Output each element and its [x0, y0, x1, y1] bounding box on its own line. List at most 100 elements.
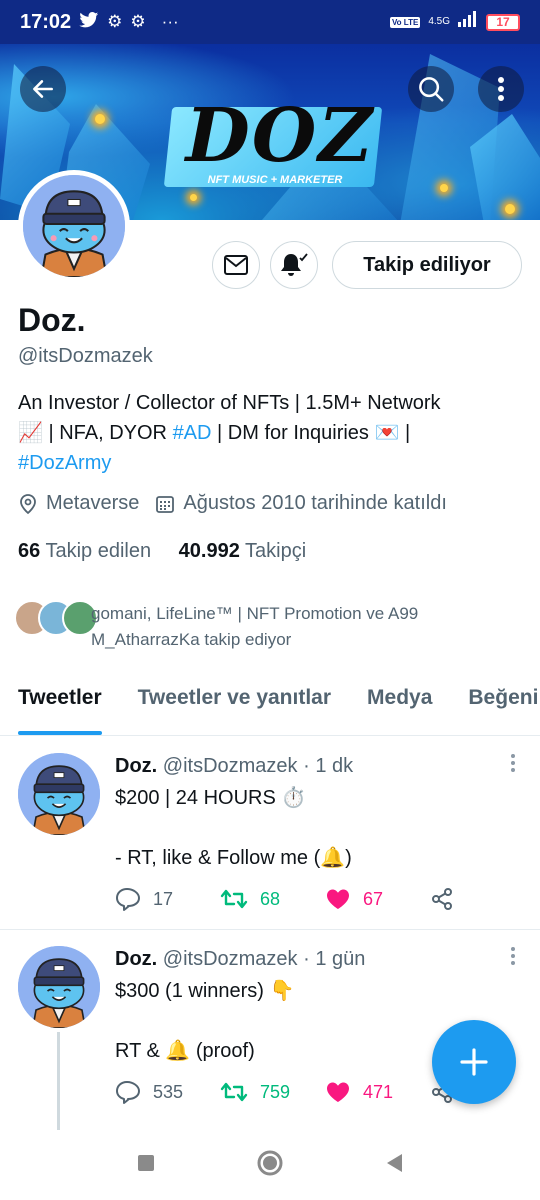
- tweet-meta: @itsDozmazek · 1 gün: [162, 948, 366, 970]
- gear-icon: ⚙: [130, 12, 146, 31]
- tweet-meta: @itsDozmazek · 1 dk: [162, 755, 354, 777]
- back-button[interactable]: [20, 66, 66, 112]
- back-nav-button[interactable]: [384, 1152, 404, 1179]
- avatar-illustration: [23, 175, 125, 277]
- banner-logo: DOZ: [185, 93, 375, 179]
- followers-link[interactable]: 40.992 Takipçi: [179, 540, 307, 562]
- retweet-count: 68: [260, 888, 281, 909]
- square-icon: [138, 1154, 154, 1171]
- mail-icon: [224, 255, 248, 275]
- followers-label: Takipçi: [245, 540, 307, 562]
- following-button[interactable]: Takip ediliyor: [332, 241, 522, 289]
- like-count: 471: [363, 1081, 394, 1102]
- following-link[interactable]: 66 Takip edilen: [18, 540, 151, 562]
- following-count: 66: [18, 540, 41, 562]
- tweet-text: $200 | 24 HOURS ⏱️ - RT, like & Follow m…: [115, 787, 352, 869]
- reply-icon: [116, 888, 140, 911]
- like-button[interactable]: 67: [325, 887, 430, 911]
- twitter-icon: [79, 11, 99, 33]
- hashtag-link[interactable]: #AD: [173, 422, 212, 444]
- reply-button[interactable]: 17: [115, 887, 220, 911]
- followers-count: 40.992: [178, 540, 240, 562]
- profile-avatar[interactable]: [18, 170, 130, 282]
- profile-tabs: Tweetler Tweetler ve yanıtlar Medya Beğe…: [0, 672, 540, 736]
- location-pin-icon: [20, 493, 36, 514]
- signal-icon: [458, 11, 478, 33]
- status-time: 17:02: [20, 10, 72, 33]
- avatar[interactable]: [18, 753, 100, 835]
- tweet[interactable]: Doz. @itsDozmazek · 1 dk $200 | 24 HOURS…: [0, 737, 540, 930]
- more-dots-icon: ···: [161, 12, 179, 31]
- known-followers-avatars[interactable]: [14, 600, 98, 636]
- reply-icon: [116, 1081, 140, 1104]
- tweet-text: $300 (1 winners) 👇 RT & 🔔 (proof): [115, 980, 295, 1062]
- tweet-more-button[interactable]: [510, 753, 516, 773]
- tab-tweets[interactable]: Tweetler: [0, 672, 120, 735]
- tab-media[interactable]: Medya: [349, 672, 450, 735]
- more-vertical-icon: [511, 754, 515, 772]
- search-icon: [419, 77, 444, 102]
- circle-icon: [257, 1150, 283, 1175]
- share-icon: [432, 888, 452, 910]
- battery-level: 17: [496, 15, 510, 29]
- avatar-illustration: [18, 753, 100, 835]
- home-button[interactable]: [256, 1149, 284, 1182]
- profile-location: Metaverse: [46, 492, 140, 514]
- heart-filled-icon: [327, 889, 349, 909]
- profile-bio: An Investor / Collector of NFTs | 1.5M+ …: [18, 388, 523, 478]
- tweet-more-button[interactable]: [510, 946, 516, 966]
- following-label: Takip edilen: [45, 540, 152, 562]
- reply-count: 535: [153, 1081, 184, 1102]
- profile-meta: Metaverse Ağustos 2010 tarihinde katıldı: [18, 492, 463, 515]
- bio-text: An Investor / Collector of NFTs | 1.5M+ …: [18, 392, 441, 414]
- tweet-author-name[interactable]: Doz.: [115, 948, 157, 970]
- tweet-actions: 17 68 67: [115, 887, 535, 911]
- arrow-left-icon: [33, 80, 53, 98]
- more-options-button[interactable]: [478, 66, 524, 112]
- hashtag-link[interactable]: #DozArmy: [18, 452, 111, 474]
- plus-icon: [460, 1048, 488, 1076]
- status-bar: 17:02 ⚙ ⚙ ··· Vo LTE 4.5G 17: [0, 0, 540, 44]
- battery-icon: 17: [486, 13, 520, 31]
- avatar-illustration: [18, 946, 100, 1028]
- more-vertical-icon: [511, 947, 515, 965]
- retweet-button[interactable]: 68: [220, 888, 325, 910]
- bell-check-icon: [281, 253, 308, 276]
- volte-badge: Vo LTE: [389, 16, 421, 28]
- tweet-author-name[interactable]: Doz.: [115, 755, 157, 777]
- followed-by-text[interactable]: gomani, LifeLine™ | NFT Promotion ve A99…: [91, 601, 521, 653]
- search-button[interactable]: [408, 66, 454, 112]
- profile-handle: @itsDozmazek: [18, 345, 153, 367]
- recents-button[interactable]: [136, 1153, 156, 1178]
- thread-connector: [57, 1032, 60, 1130]
- retweet-icon: [220, 1082, 248, 1102]
- retweet-button[interactable]: 759: [220, 1081, 325, 1103]
- reply-button[interactable]: 535: [115, 1080, 220, 1104]
- like-button[interactable]: 471: [325, 1080, 430, 1104]
- tab-tweets-and-replies[interactable]: Tweetler ve yanıtlar: [120, 672, 349, 735]
- share-button[interactable]: [430, 887, 535, 911]
- retweet-icon: [220, 889, 248, 909]
- bio-text: | DM for Inquiries 💌 |: [211, 422, 411, 444]
- like-count: 67: [363, 888, 384, 909]
- gear-icon: ⚙: [107, 12, 123, 31]
- tweet-header: Doz. @itsDozmazek · 1 gün: [115, 948, 365, 971]
- system-nav-bar: [0, 1130, 540, 1200]
- follow-counts: 66 Takip edilen 40.992 Takipçi: [18, 540, 306, 563]
- notifications-button[interactable]: [270, 241, 318, 289]
- bio-text: 📈 | NFA, DYOR: [18, 422, 173, 444]
- profile-name: Doz.: [18, 302, 86, 338]
- more-vertical-icon: [498, 77, 504, 101]
- compose-tweet-button[interactable]: [432, 1020, 516, 1104]
- tab-likes[interactable]: Beğeni: [450, 672, 540, 735]
- network-type: 4.5G: [428, 16, 450, 27]
- banner-logo-subtitle: NFT MUSIC + MARKETER: [207, 174, 343, 186]
- calendar-icon: [156, 495, 175, 513]
- avatar[interactable]: [18, 946, 100, 1028]
- triangle-back-icon: [387, 1153, 402, 1172]
- profile-joined-date: Ağustos 2010 tarihinde katıldı: [183, 492, 447, 514]
- tweet-header: Doz. @itsDozmazek · 1 dk: [115, 755, 353, 778]
- message-button[interactable]: [212, 241, 260, 289]
- heart-filled-icon: [327, 1082, 349, 1102]
- reply-count: 17: [153, 888, 174, 909]
